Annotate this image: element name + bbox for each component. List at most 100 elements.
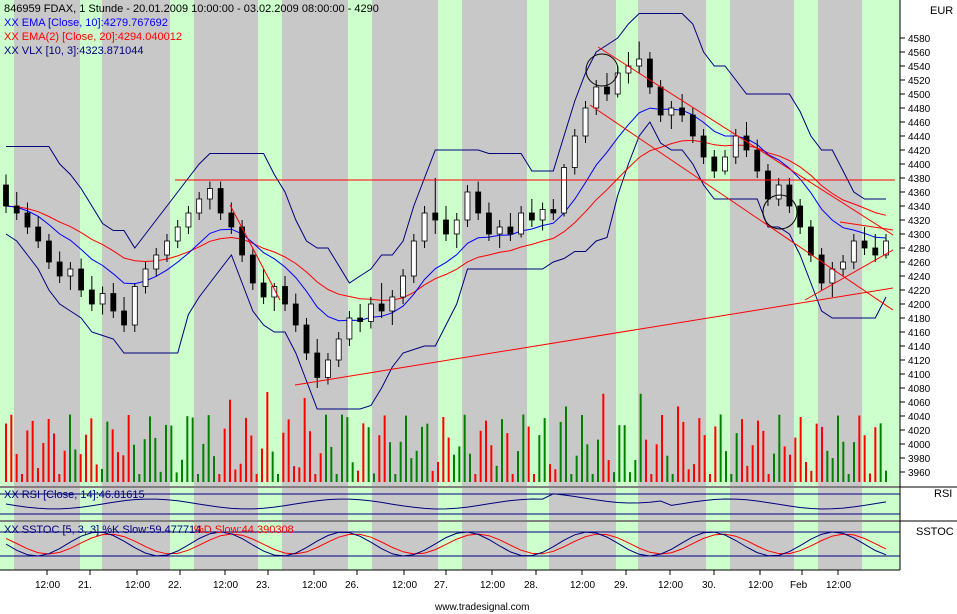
session-band xyxy=(862,0,900,486)
price-tick-label: 4420 xyxy=(908,146,931,157)
currency-label: EUR xyxy=(930,5,953,17)
session-band xyxy=(0,0,14,486)
price-tick-label: 3960 xyxy=(908,468,931,479)
candle-body xyxy=(283,287,288,305)
candle-body xyxy=(594,87,599,108)
session-band xyxy=(706,522,730,570)
time-tick-label: 28. xyxy=(524,580,538,591)
candle-body xyxy=(798,206,803,227)
price-tick-label: 4280 xyxy=(908,244,931,255)
sstoc-d-legend: %D Slow:44.390308 xyxy=(194,524,294,536)
time-tick-label: 12:00 xyxy=(35,580,60,591)
price-tick-label: 4020 xyxy=(908,426,931,437)
price-tick-label: 4380 xyxy=(908,174,931,185)
candle-body xyxy=(379,304,384,311)
rsi-panel-name: RSI xyxy=(934,488,952,500)
price-tick-label: 4540 xyxy=(908,62,931,73)
candle-body xyxy=(250,255,255,283)
sstoc-k-legend: XX SSTOC [5, 3, 3] %K Slow:59.477714 xyxy=(4,524,201,536)
price-tick-label: 4360 xyxy=(908,188,931,199)
candle-body xyxy=(347,318,352,339)
sstoc-panel-name: SSTOC xyxy=(916,526,954,538)
candle-body xyxy=(111,294,116,312)
session-band xyxy=(527,522,549,570)
price-tick-label: 4400 xyxy=(908,160,931,171)
candle-body xyxy=(315,353,320,378)
candle-body xyxy=(551,210,556,214)
candle-body xyxy=(637,59,642,66)
time-tick-label: 12:00 xyxy=(213,580,238,591)
session-band xyxy=(706,488,730,520)
candle-body xyxy=(46,241,51,262)
candle-body xyxy=(164,241,169,255)
candle-body xyxy=(4,185,9,206)
price-tick-label: 4340 xyxy=(908,202,931,213)
candle-body xyxy=(186,213,191,227)
session-band xyxy=(794,522,818,570)
candle-body xyxy=(218,189,223,214)
time-tick-label: 29. xyxy=(614,580,628,591)
time-tick-label: 12:00 xyxy=(570,580,595,591)
candle-body xyxy=(68,269,73,276)
candle-body xyxy=(304,325,309,353)
time-tick-label: 26. xyxy=(345,580,359,591)
price-tick-label: 4260 xyxy=(908,258,931,269)
candle-body xyxy=(368,304,373,322)
candle-body xyxy=(325,360,330,378)
price-tick-label: 4520 xyxy=(908,76,931,87)
candle-body xyxy=(830,269,835,283)
candle-body xyxy=(583,108,588,136)
candle-body xyxy=(358,318,363,322)
time-tick-label: 22. xyxy=(168,580,182,591)
session-band xyxy=(258,0,282,486)
price-tick-label: 4220 xyxy=(908,286,931,297)
candle-body xyxy=(723,157,728,171)
price-tick-label: 4060 xyxy=(908,398,931,409)
price-tick-label: 4140 xyxy=(908,342,931,353)
candle-body xyxy=(229,213,234,227)
price-tick-label: 4180 xyxy=(908,314,931,325)
price-tick-label: 4300 xyxy=(908,230,931,241)
candle-body xyxy=(57,262,62,276)
candle-body xyxy=(669,108,674,115)
candle-body xyxy=(776,185,781,199)
rsi-legend: XX RSI [Close, 14]:46.81615 xyxy=(4,489,145,501)
candle-body xyxy=(197,199,202,213)
price-tick-label: 4460 xyxy=(908,118,931,129)
candle-body xyxy=(143,269,148,287)
time-tick-label: Feb xyxy=(790,580,808,591)
candle-body xyxy=(497,227,502,234)
price-tick-label: 4320 xyxy=(908,216,931,227)
candle-body xyxy=(808,227,813,255)
time-tick-label: 12:00 xyxy=(302,580,327,591)
session-band xyxy=(258,488,282,520)
candle-body xyxy=(175,227,180,241)
price-tick-label: 4080 xyxy=(908,384,931,395)
time-tick-label: 12:00 xyxy=(392,580,417,591)
price-tick-label: 4240 xyxy=(908,272,931,283)
candle-body xyxy=(540,210,545,221)
price-tick-label: 4500 xyxy=(908,90,931,101)
candle-body xyxy=(465,192,470,220)
session-band xyxy=(794,0,818,486)
candle-body xyxy=(755,150,760,171)
price-tick-label: 4560 xyxy=(908,48,931,59)
time-tick-label: 12:00 xyxy=(658,580,683,591)
session-band xyxy=(348,522,372,570)
candle-body xyxy=(862,241,867,248)
session-band xyxy=(348,0,372,486)
candle-body xyxy=(444,220,449,234)
candle-body xyxy=(89,290,94,304)
time-tick-label: 23. xyxy=(256,580,270,591)
candle-body xyxy=(79,269,84,290)
candle-body xyxy=(433,213,438,220)
candle-body xyxy=(25,213,30,227)
price-tick-label: 4120 xyxy=(908,356,931,367)
candle-body xyxy=(819,255,824,283)
price-tick-label: 4040 xyxy=(908,412,931,423)
price-tick-label: 4440 xyxy=(908,132,931,143)
session-band xyxy=(348,488,372,520)
candle-body xyxy=(658,87,663,115)
candle-body xyxy=(476,192,481,213)
candle-body xyxy=(562,168,567,214)
